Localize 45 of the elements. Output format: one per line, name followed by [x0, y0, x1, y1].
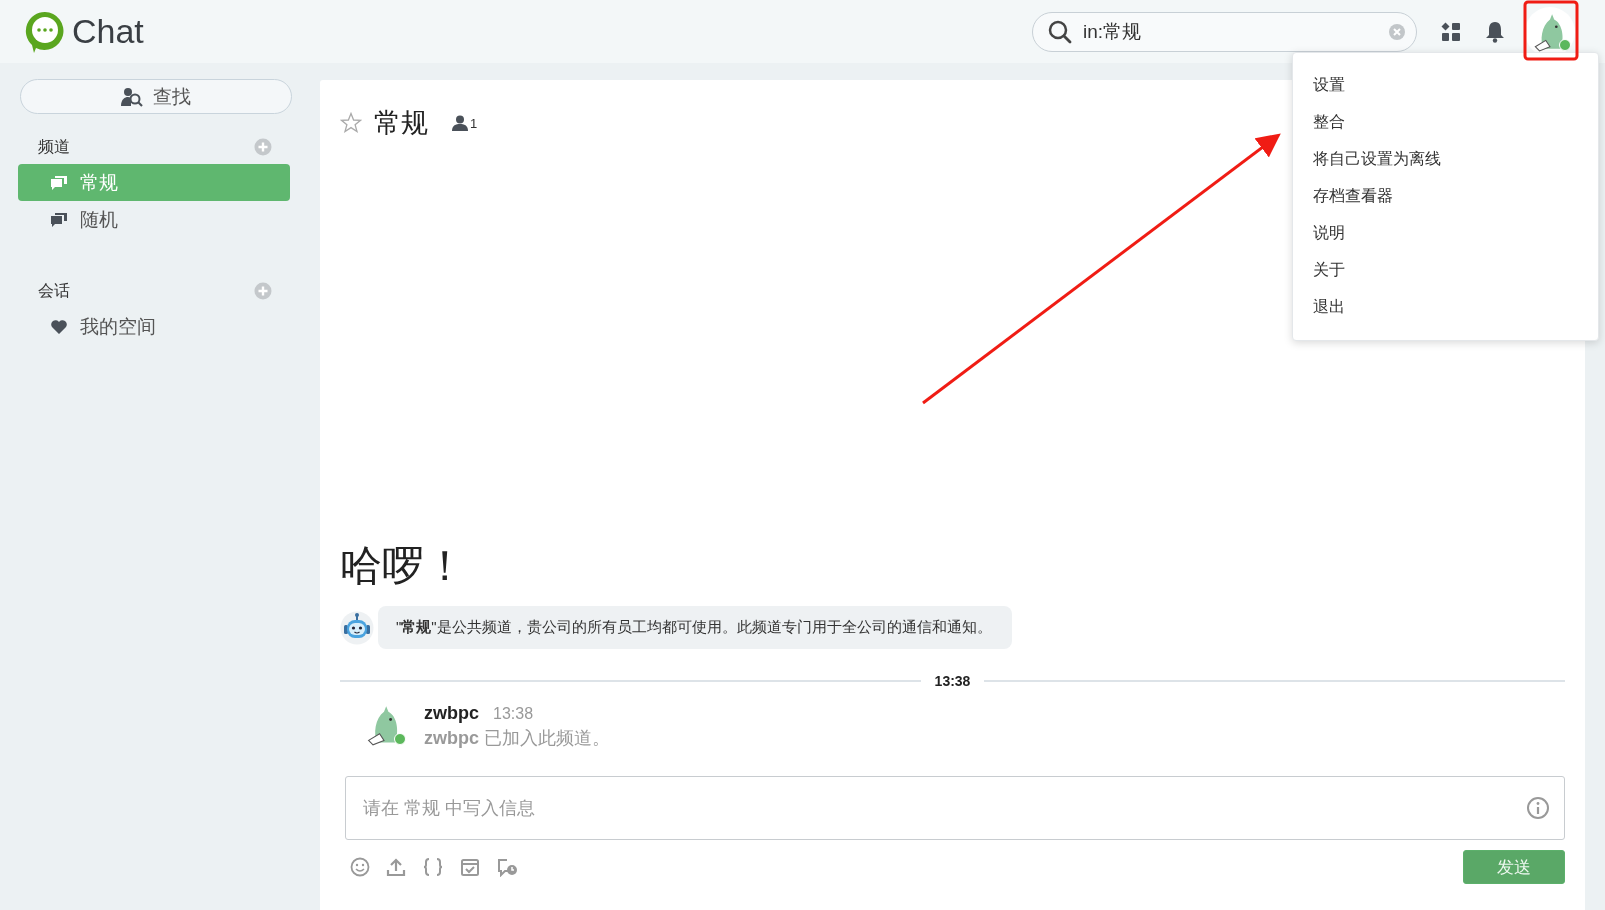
smiley-icon[interactable] — [350, 857, 370, 877]
menu-item[interactable]: 说明 — [1293, 215, 1598, 252]
person-icon — [452, 115, 468, 131]
chat-bubbles-icon — [50, 211, 68, 228]
welcome-heading: 哈啰！ — [340, 541, 467, 591]
highlight-frame — [1523, 0, 1579, 61]
speech-bubble-logo-icon — [24, 9, 66, 54]
message-input-field[interactable]: 请在 常规 中写入信息 — [345, 776, 1565, 840]
info-icon[interactable] — [1526, 796, 1550, 820]
menu-item[interactable]: 退出 — [1293, 289, 1598, 326]
sidebar-item[interactable]: 我的空间 — [18, 308, 290, 345]
search-icon — [1047, 18, 1073, 45]
message-time: 13:38 — [493, 705, 534, 723]
clear-icon[interactable] — [1388, 22, 1406, 41]
calendar-check-icon[interactable] — [460, 857, 480, 877]
channel-title: 常规 — [374, 107, 428, 140]
star-icon[interactable] — [340, 112, 362, 134]
section-title: 频道 — [38, 136, 70, 157]
add-icon[interactable] — [254, 138, 272, 156]
code-braces-icon[interactable] — [422, 857, 444, 877]
message-author: zwbpc — [424, 703, 479, 724]
user-search-icon — [121, 86, 143, 107]
bell-icon[interactable] — [1485, 20, 1505, 43]
search-input[interactable]: in:常规 — [1081, 19, 1380, 44]
menu-item[interactable]: 关于 — [1293, 252, 1598, 289]
find-button[interactable]: 查找 — [20, 79, 292, 114]
search-field[interactable]: in:常规 — [1032, 11, 1417, 52]
sidebar-item[interactable]: 随机 — [18, 201, 290, 238]
menu-item[interactable]: 将自己设置为离线 — [1293, 141, 1598, 178]
member-count: 1 — [470, 115, 478, 131]
add-icon[interactable] — [254, 282, 272, 300]
system-message: "常规"是公共频道，贵公司的所有员工均都可使用。此频道专门用于全公司的通信和通知。 — [378, 606, 1012, 649]
message-clock-icon[interactable] — [496, 857, 518, 877]
section-title: 会话 — [38, 280, 70, 301]
divider-time: 13:38 — [934, 673, 971, 689]
upload-icon[interactable] — [386, 857, 406, 877]
menu-item[interactable]: 整合 — [1293, 104, 1598, 141]
message-text: zwbpc 已加入此频道。 — [424, 727, 611, 750]
menu-item[interactable]: 设置 — [1293, 67, 1598, 104]
apps-grid-icon[interactable] — [1441, 21, 1461, 42]
app-logo-text: Chat — [72, 12, 144, 51]
chat-bubbles-icon — [50, 174, 68, 191]
robot-icon — [340, 610, 374, 645]
menu-item[interactable]: 存档查看器 — [1293, 178, 1598, 215]
heart-icon — [50, 318, 68, 335]
